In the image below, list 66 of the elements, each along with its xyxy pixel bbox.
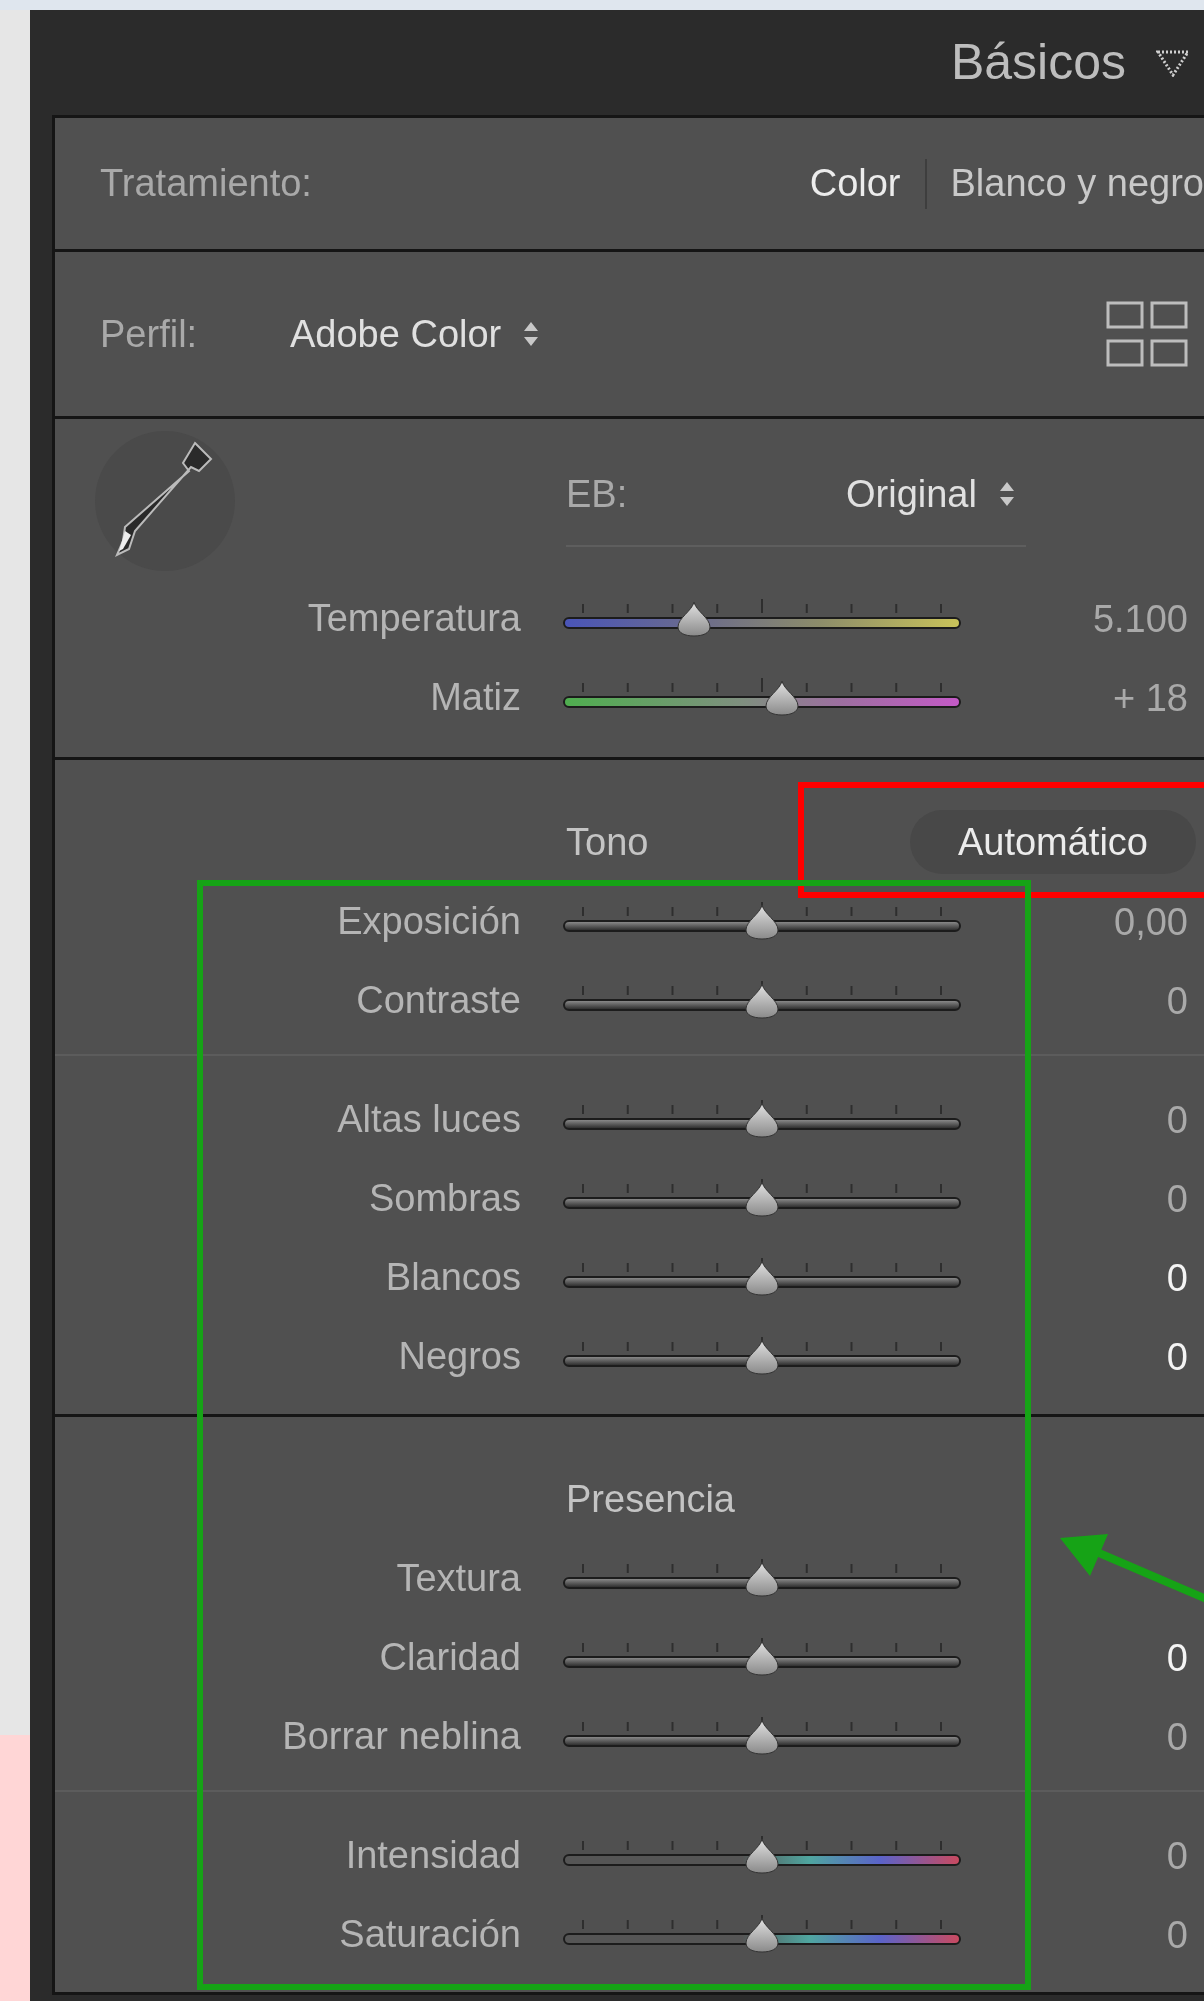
slider-track[interactable] <box>563 980 961 1021</box>
collapse-triangle-icon[interactable] <box>1156 48 1190 77</box>
slider-label: Intensidad <box>344 1833 521 1878</box>
up-down-arrows-icon[interactable] <box>998 481 1015 507</box>
slider-thumb[interactable] <box>677 600 712 637</box>
slider-thumb[interactable] <box>745 1180 779 1217</box>
grid-icon[interactable] <box>1106 301 1188 367</box>
slider-track[interactable] <box>563 677 961 718</box>
slider-value: 0,00 <box>1114 902 1188 941</box>
slider-label: Matiz <box>429 675 521 720</box>
slider-track[interactable] <box>563 1257 961 1298</box>
slider-label: Contraste <box>355 978 521 1023</box>
wb-dropdown[interactable]: Original <box>846 465 977 523</box>
slider-thumb[interactable] <box>745 1639 779 1676</box>
slider-thumb[interactable] <box>745 1259 779 1296</box>
section-heading: Presencia <box>566 1476 735 1522</box>
panel-title: Básicos <box>950 33 1126 92</box>
slider-thumb[interactable] <box>745 1101 779 1138</box>
slider-label: Claridad <box>378 1635 521 1680</box>
slider-label: Sombras <box>367 1176 521 1221</box>
slider-value: 0 <box>1166 1179 1188 1218</box>
treatment-option[interactable]: Blanco y negro <box>950 155 1204 212</box>
wb-label: EB: <box>566 471 629 517</box>
slider-label: Saturación <box>338 1912 521 1957</box>
slider-track[interactable] <box>563 1336 961 1377</box>
slider-value: 0 <box>1166 1638 1188 1677</box>
slider-thumb[interactable] <box>745 1338 779 1375</box>
treatment-option[interactable]: Color <box>809 155 901 212</box>
slider-thumb[interactable] <box>745 1560 779 1597</box>
auto-button[interactable]: Automático <box>909 810 1196 874</box>
slider-track[interactable] <box>563 1099 961 1140</box>
slider-thumb[interactable] <box>745 1916 779 1953</box>
slider-track[interactable] <box>563 901 961 942</box>
slider-label: Negros <box>397 1334 521 1379</box>
slider-track[interactable] <box>563 1835 961 1876</box>
slider-label: Borrar neblina <box>281 1714 521 1759</box>
slider-thumb[interactable] <box>745 982 779 1019</box>
slider-value: 5.100 <box>1092 599 1188 638</box>
profile-dropdown[interactable]: Adobe Color <box>290 305 502 363</box>
slider-track[interactable] <box>563 598 961 639</box>
slider-track[interactable] <box>563 1178 961 1219</box>
slider-label: Altas luces <box>336 1097 521 1142</box>
slider-value: 0 <box>1166 1717 1188 1756</box>
slider-value: + 18 <box>1112 678 1188 717</box>
slider-thumb[interactable] <box>745 1718 779 1755</box>
slider-thumb[interactable] <box>745 903 779 940</box>
slider-value: 0 <box>1166 1100 1188 1139</box>
treatment-label: Tratamiento: <box>100 161 312 206</box>
slider-label: Textura <box>395 1556 521 1601</box>
slider-label: Blancos <box>384 1255 521 1300</box>
slider-value: 0 <box>1166 1337 1188 1376</box>
slider-thumb[interactable] <box>764 679 799 716</box>
slider-track[interactable] <box>563 1637 961 1678</box>
up-down-arrows-icon[interactable] <box>523 321 540 347</box>
slider-track[interactable] <box>563 1716 961 1757</box>
slider-thumb[interactable] <box>745 1837 779 1874</box>
slider-value: 0 <box>1166 1915 1188 1954</box>
section-heading: Tono <box>566 819 649 865</box>
slider-value: 0 <box>1166 1836 1188 1875</box>
profile-label: Perfil: <box>100 311 199 357</box>
slider-track[interactable] <box>563 1558 961 1599</box>
slider-label: Exposición <box>336 899 521 944</box>
slider-track[interactable] <box>563 1914 961 1955</box>
slider-value: 0 <box>1166 981 1188 1020</box>
slider-label: Temperatura <box>306 596 521 641</box>
slider-value: 0 <box>1166 1258 1188 1297</box>
